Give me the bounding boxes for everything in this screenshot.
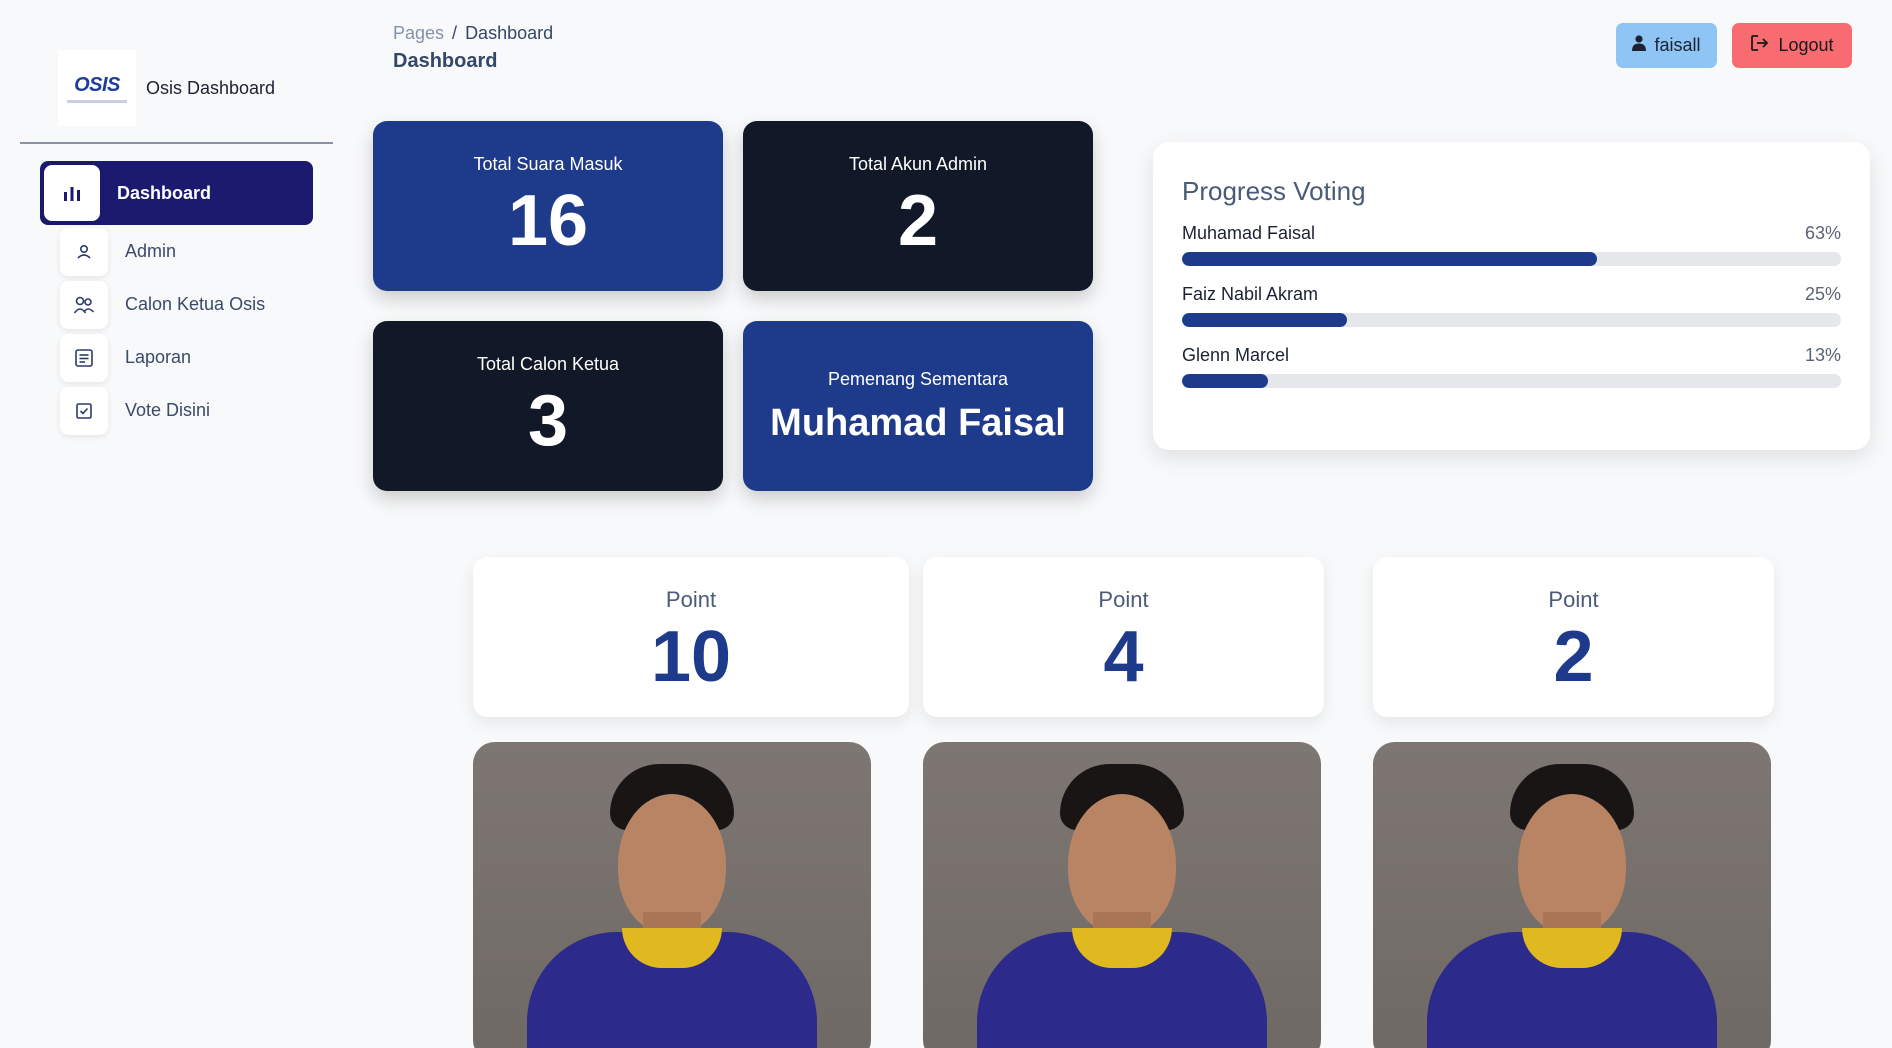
document-icon xyxy=(60,333,108,382)
person-icon xyxy=(1632,35,1647,56)
page-title: Dashboard xyxy=(393,50,498,72)
logout-button[interactable]: Logout xyxy=(1732,23,1852,68)
sidebar-item-label: Dashboard xyxy=(117,182,212,203)
sidebar-item-vote-disini[interactable]: Vote Disini xyxy=(40,384,313,437)
progress-voting-card: Progress Voting Muhamad Faisal 63% Faiz … xyxy=(1153,142,1870,450)
stat-card-total-suara: Total Suara Masuk 16 xyxy=(373,121,723,291)
candidate-percent: 25% xyxy=(1804,284,1841,304)
candidate-photo[interactable] xyxy=(473,742,871,1048)
sidebar-item-dashboard[interactable]: Dashboard xyxy=(40,161,313,225)
breadcrumb-root[interactable]: Pages xyxy=(393,23,444,43)
sidebar-item-label: Laporan xyxy=(125,347,192,367)
osis-logo-text: OSIS xyxy=(74,73,120,96)
point-label: Point xyxy=(665,587,717,612)
point-value: 2 xyxy=(1553,617,1594,697)
stat-value: 16 xyxy=(507,181,589,261)
user-button-label: faisall xyxy=(1654,35,1701,55)
stat-label: Pemenang Sementara xyxy=(827,369,1009,389)
point-value: 10 xyxy=(650,617,732,697)
candidate-name: Muhamad Faisal xyxy=(1182,223,1316,243)
sidebar-item-calon-ketua-osis[interactable]: Calon Ketua Osis xyxy=(40,278,313,331)
candidate-percent: 63% xyxy=(1804,223,1841,243)
stat-value: 2 xyxy=(897,181,939,261)
stat-card-total-calon: Total Calon Ketua 3 xyxy=(373,321,723,491)
logout-icon xyxy=(1750,34,1770,57)
sidebar-item-label: Calon Ketua Osis xyxy=(125,294,266,314)
sidebar: OSIS Osis Dashboard Dashboard Admin Calo… xyxy=(0,0,345,1048)
point-label: Point xyxy=(1548,587,1599,612)
brand-title: Osis Dashboard xyxy=(146,77,276,98)
bar-chart-icon xyxy=(44,165,100,221)
user-icon xyxy=(60,227,108,276)
stat-label: Total Suara Masuk xyxy=(473,154,623,174)
winner-name: Muhamad Faisal xyxy=(770,402,1066,444)
sidebar-item-label: Vote Disini xyxy=(125,400,211,420)
point-card: Point 10 xyxy=(473,557,909,717)
stat-value: 3 xyxy=(527,381,569,461)
progress-row: Glenn Marcel 13% xyxy=(1182,345,1841,388)
sidebar-item-admin[interactable]: Admin xyxy=(40,225,313,278)
logo-underline xyxy=(67,99,127,103)
sidebar-divider xyxy=(20,142,333,144)
breadcrumb: Pages / Dashboard xyxy=(393,23,553,44)
breadcrumb-current: Dashboard xyxy=(465,23,554,43)
stat-card-pemenang: Pemenang Sementara Muhamad Faisal xyxy=(743,321,1093,491)
checkbox-icon xyxy=(60,386,108,435)
user-button[interactable]: faisall xyxy=(1616,23,1717,68)
candidate-name: Glenn Marcel xyxy=(1182,345,1290,365)
progress-fill xyxy=(1182,252,1598,266)
osis-logo: OSIS xyxy=(58,50,136,126)
logout-button-label: Logout xyxy=(1778,35,1834,55)
progress-title: Progress Voting xyxy=(1182,176,1366,206)
candidate-percent: 13% xyxy=(1804,345,1841,365)
stat-label: Total Akun Admin xyxy=(848,154,988,174)
point-card: Point 4 xyxy=(923,557,1324,717)
brand[interactable]: OSIS Osis Dashboard xyxy=(58,50,275,126)
candidate-name: Faiz Nabil Akram xyxy=(1182,284,1319,304)
progress-row: Faiz Nabil Akram 25% xyxy=(1182,284,1841,327)
users-icon xyxy=(60,280,108,329)
point-card: Point 2 xyxy=(1373,557,1774,717)
progress-fill xyxy=(1182,313,1347,327)
progress-row: Muhamad Faisal 63% xyxy=(1182,223,1841,266)
breadcrumb-separator: / xyxy=(452,23,458,43)
stat-card-total-admin: Total Akun Admin 2 xyxy=(743,121,1093,291)
sidebar-item-label: Admin xyxy=(125,241,177,261)
sidebar-item-laporan[interactable]: Laporan xyxy=(40,331,313,384)
progress-bar xyxy=(1182,374,1841,388)
sidebar-nav: Dashboard Admin Calon Ketua Osis Laporan… xyxy=(40,161,313,437)
progress-bar xyxy=(1182,252,1841,266)
point-value: 4 xyxy=(1103,617,1144,697)
candidate-photo[interactable] xyxy=(923,742,1321,1048)
progress-fill xyxy=(1182,374,1268,388)
stat-label: Total Calon Ketua xyxy=(476,354,620,374)
candidate-photo[interactable] xyxy=(1373,742,1771,1048)
point-label: Point xyxy=(1098,587,1149,612)
progress-bar xyxy=(1182,313,1841,327)
